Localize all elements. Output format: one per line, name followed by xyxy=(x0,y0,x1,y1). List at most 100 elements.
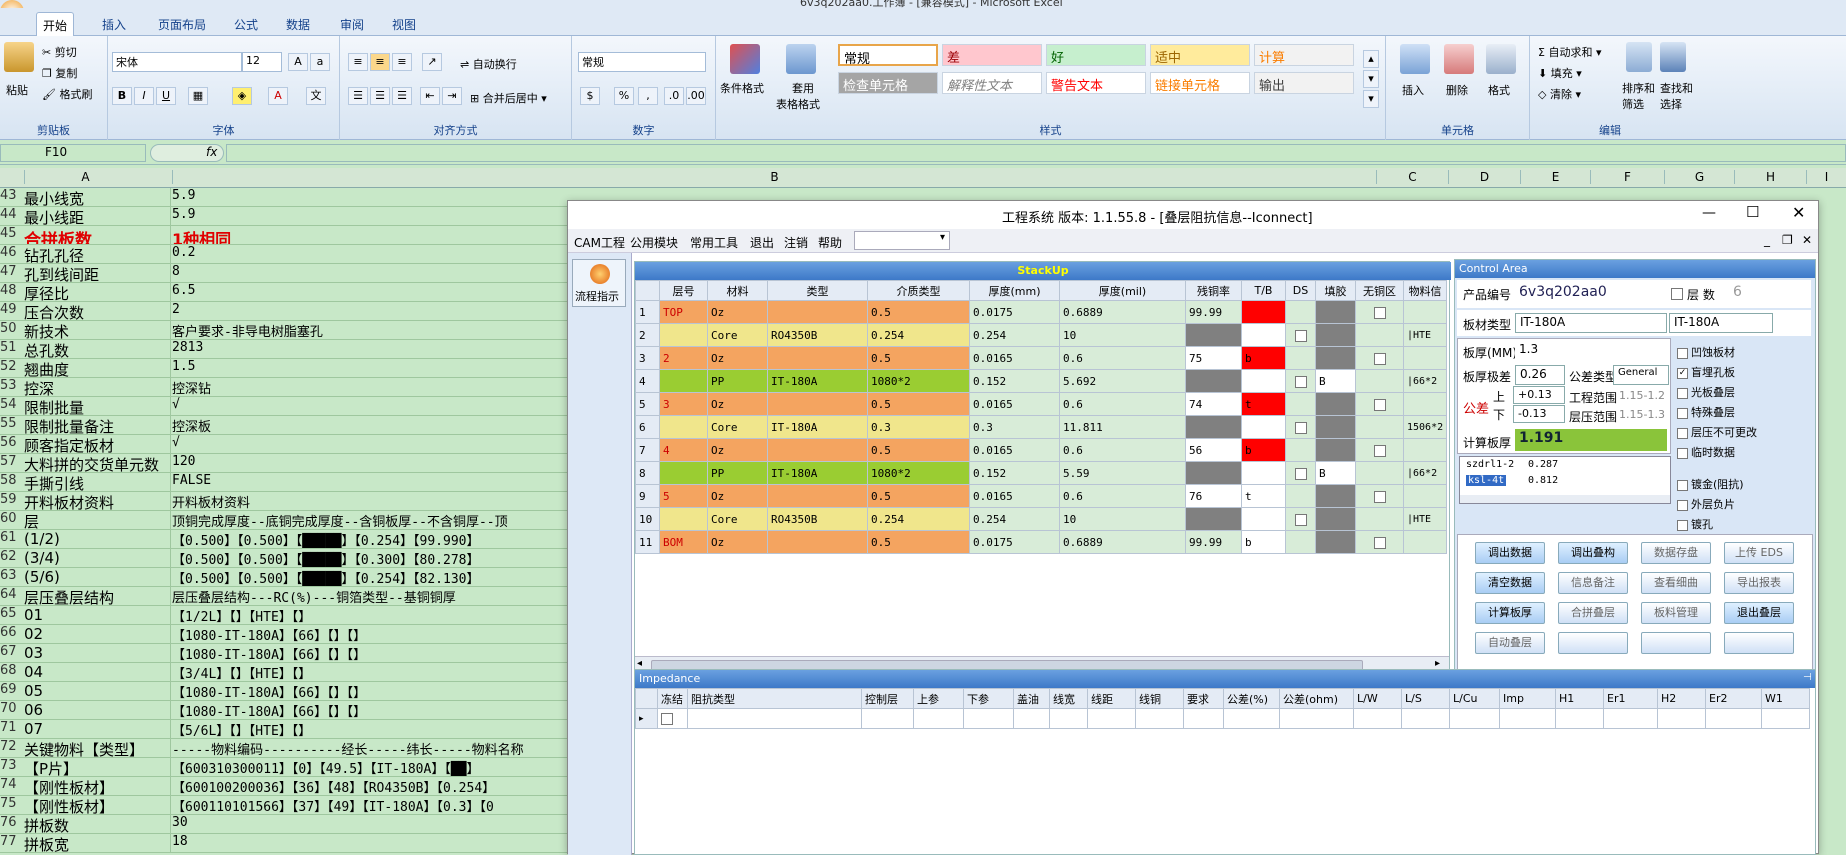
menu-item-0[interactable]: CAM工程 xyxy=(574,234,625,251)
sheet-row[interactable]: 43 最小线宽 5.9 xyxy=(0,188,570,207)
stackup-cell-tb[interactable]: b xyxy=(1241,530,1286,554)
stackup-cell-tb[interactable] xyxy=(1241,415,1286,439)
stackup-cell-nocu[interactable] xyxy=(1355,300,1404,324)
stackup-cell-nocu[interactable] xyxy=(1355,484,1404,508)
stackup-cell-tb[interactable]: t xyxy=(1241,392,1286,416)
stackup-cell-ds[interactable] xyxy=(1285,300,1316,324)
stackup-header-cell[interactable]: 层号 xyxy=(659,280,708,301)
cell-a[interactable]: 【刚性板材】 xyxy=(24,777,170,795)
stackup-cell-res[interactable]: 99.99 xyxy=(1185,530,1242,554)
font-size-select[interactable]: 12 xyxy=(242,52,282,72)
stackup-cell-ds[interactable] xyxy=(1285,530,1316,554)
cell-b[interactable]: 开料板材资料 xyxy=(172,492,570,510)
scroll-right-icon[interactable]: ▸ xyxy=(1435,658,1440,669)
impedance-cell[interactable] xyxy=(1049,708,1088,729)
stackup-cell-ds[interactable] xyxy=(1285,346,1316,370)
stackup-cell-i[interactable]: 4 xyxy=(635,369,660,393)
stackup-cell-material-info[interactable]: |HTE xyxy=(1402,323,1448,347)
cell-a[interactable]: (5/6) xyxy=(24,568,170,586)
menu-item-4[interactable]: 注销 xyxy=(784,234,808,251)
row-number[interactable]: 77 xyxy=(0,834,22,849)
stackup-row[interactable]: 10 Core RO4350B 0.254 0.254 10 |HTE xyxy=(635,507,1448,531)
cell-a[interactable]: 拼板数 xyxy=(24,815,170,833)
option-7[interactable]: 外层负片 xyxy=(1677,496,1735,512)
impedance-header-cell[interactable]: H2 xyxy=(1657,688,1706,709)
stackup-cell-fill[interactable]: B xyxy=(1315,461,1356,485)
sheet-row[interactable]: 64 层压叠层结构 层压叠层结构---RC(%)---铜箔类型--基铜铜厚 xyxy=(0,587,570,606)
option-checkbox[interactable] xyxy=(1677,427,1688,439)
row-number[interactable]: 68 xyxy=(0,663,22,678)
row-number[interactable]: 63 xyxy=(0,568,22,583)
delete-cells-icon[interactable] xyxy=(1444,44,1474,74)
cell-a[interactable]: 07 xyxy=(24,720,170,738)
row-number[interactable]: 59 xyxy=(0,492,22,507)
sort-label-2[interactable]: 筛选 xyxy=(1622,96,1644,112)
stackup-cell-mil[interactable]: 5.59 xyxy=(1059,461,1186,485)
stackup-cell-layer[interactable] xyxy=(659,415,708,439)
stackup-cell-mm[interactable]: 0.0175 xyxy=(969,530,1060,554)
menu-item-5[interactable]: 帮助 xyxy=(818,234,842,251)
stackup-cell-mm[interactable]: 0.254 xyxy=(969,507,1060,531)
stackup-cell-mil[interactable]: 0.6 xyxy=(1059,484,1186,508)
stackup-cell-fill[interactable] xyxy=(1315,507,1356,531)
styles-more-icon[interactable]: ▾ xyxy=(1363,90,1379,108)
merge-center-button[interactable]: ⊞ 合并后居中 ▾ xyxy=(470,90,547,106)
stackup-cell-diel[interactable]: 0.5 xyxy=(867,484,970,508)
cell-b[interactable]: 0.2 xyxy=(172,245,570,260)
stackup-cell-ds[interactable] xyxy=(1285,415,1316,439)
stackup-cell-type[interactable]: RO4350B xyxy=(767,323,868,347)
row-number[interactable]: 50 xyxy=(0,321,22,336)
cell-style-2[interactable]: 好 xyxy=(1046,44,1146,66)
stackup-cell-mat[interactable]: Oz xyxy=(707,484,768,508)
column-header-G[interactable]: G xyxy=(1664,170,1734,184)
sheet-row[interactable]: 56 顾客指定板材 √ xyxy=(0,435,570,454)
row-number[interactable]: 47 xyxy=(0,264,22,279)
stackup-cell-res[interactable] xyxy=(1185,461,1242,485)
option-5[interactable]: 临时数据 xyxy=(1677,444,1735,460)
cell-style-8[interactable]: 链接单元格 xyxy=(1150,72,1250,94)
format-painter-button[interactable]: 🖌 格式刷 xyxy=(42,86,92,102)
impedance-cell[interactable] xyxy=(1761,708,1810,729)
cell-a[interactable]: 层 xyxy=(24,511,170,529)
shrink-font-button[interactable]: a xyxy=(310,53,330,71)
sheet-row[interactable]: 59 开料板材资料 开料板材资料 xyxy=(0,492,570,511)
stackup-cell-nocu[interactable] xyxy=(1355,392,1404,416)
row-number[interactable]: 49 xyxy=(0,302,22,317)
stackup-cell-layer[interactable]: 4 xyxy=(659,438,708,462)
row-number[interactable]: 69 xyxy=(0,682,22,697)
sheet-row[interactable]: 68 04 【3/4L】【】【HTE】【】 xyxy=(0,663,570,682)
stackup-cell-material-info[interactable] xyxy=(1402,392,1448,416)
control-button-11[interactable]: 退出叠层 xyxy=(1724,602,1794,624)
stackup-cell-i[interactable]: 1 xyxy=(635,300,660,324)
impedance-header-cell[interactable]: L/Cu xyxy=(1449,688,1500,709)
stackup-cell-nocu[interactable] xyxy=(1355,346,1404,370)
cell-a[interactable]: 01 xyxy=(24,606,170,624)
stackup-cell-mat[interactable]: PP xyxy=(707,461,768,485)
stackup-cell-material-info[interactable]: 1506*2 xyxy=(1402,415,1448,439)
sheet-row[interactable]: 53 控深 控深钻 xyxy=(0,378,570,397)
cell-a[interactable]: 限制批量备注 xyxy=(24,416,170,434)
stackup-cell-fill[interactable] xyxy=(1315,530,1356,554)
cell-b[interactable]: 18 xyxy=(172,834,570,849)
stackup-cell-diel[interactable]: 0.5 xyxy=(867,392,970,416)
cell-b[interactable]: 1.5 xyxy=(172,359,570,374)
column-header-D[interactable]: D xyxy=(1448,170,1520,184)
stackup-cell-mm[interactable]: 0.3 xyxy=(969,415,1060,439)
styles-scroll-up-icon[interactable]: ▴ xyxy=(1363,50,1379,68)
cell-b[interactable]: 客户要求-非导电树脂塞孔 xyxy=(172,321,570,339)
cell-a[interactable]: 大料拼的交货单元数 xyxy=(24,454,170,472)
row-number[interactable]: 72 xyxy=(0,739,22,754)
stackup-cell-nocu[interactable] xyxy=(1355,530,1404,554)
stackup-header-cell[interactable]: 材料 xyxy=(707,280,768,301)
stackup-cell-material-info[interactable] xyxy=(1402,300,1448,324)
impedance-cell[interactable] xyxy=(1183,708,1224,729)
row-number[interactable]: 71 xyxy=(0,720,22,735)
minimize-icon[interactable]: — xyxy=(1702,205,1716,221)
impedance-header-cell[interactable]: L/S xyxy=(1401,688,1450,709)
mdi-close-icon[interactable]: ✕ xyxy=(1802,233,1812,247)
impedance-header-cell[interactable]: H1 xyxy=(1555,688,1604,709)
option-checkbox[interactable] xyxy=(1677,479,1688,491)
stackup-row[interactable]: 1 TOP Oz 0.5 0.0175 0.6889 99.99 xyxy=(635,300,1448,324)
impedance-cell[interactable] xyxy=(1353,708,1402,729)
stackup-cell-fill[interactable] xyxy=(1315,323,1356,347)
